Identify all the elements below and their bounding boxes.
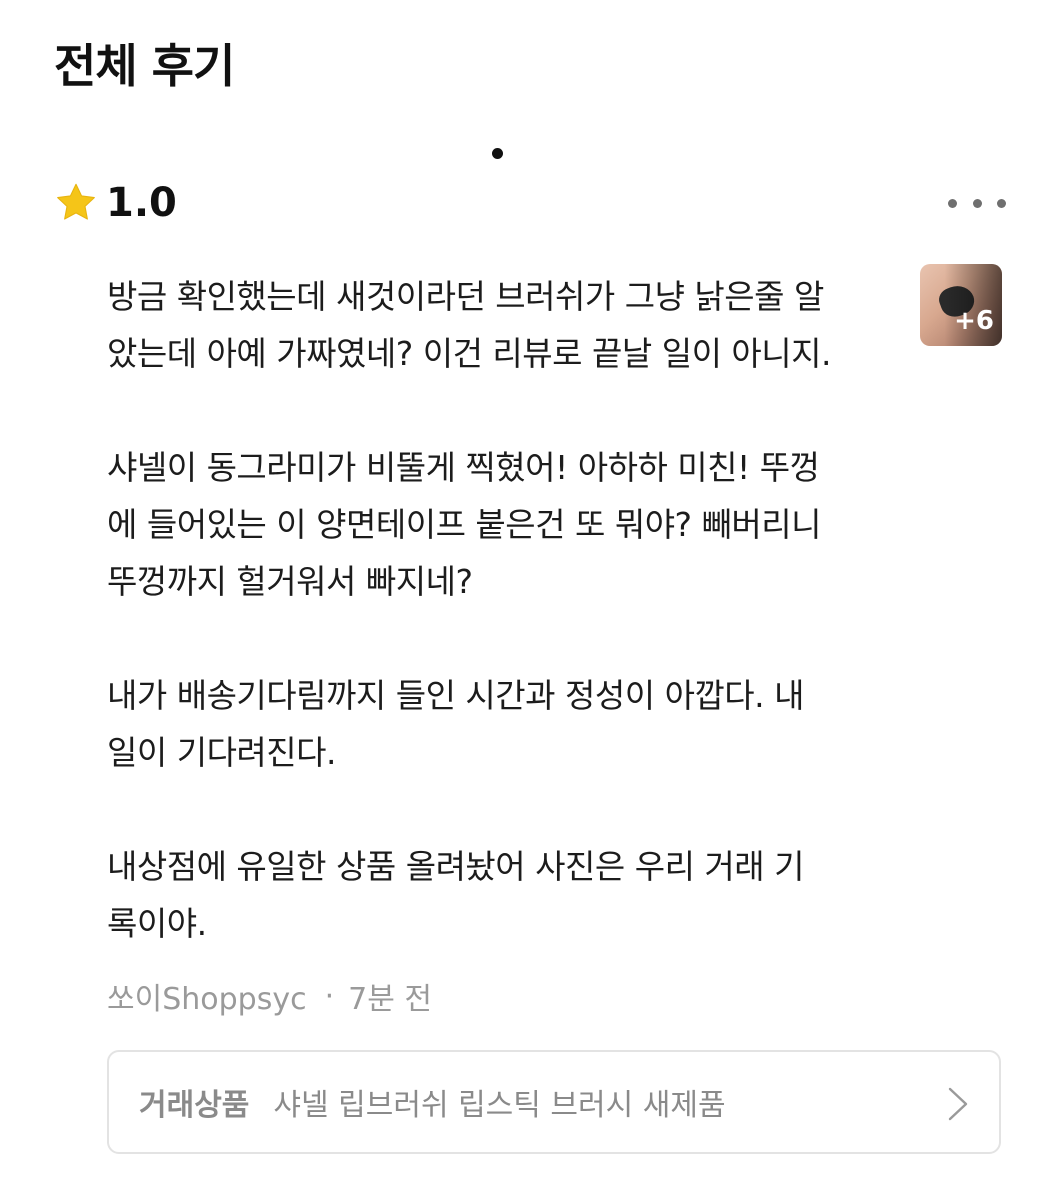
more-icon-dot bbox=[972, 198, 982, 208]
review-paragraph: 방금 확인했는데 새것이라던 브러쉬가 그냥 낡은줄 알 았는데 아예 가짜였네… bbox=[107, 277, 832, 373]
more-icon-dot bbox=[997, 198, 1006, 208]
page-title: 전체 후기 bbox=[54, 39, 235, 93]
review-photo-thumbnail[interactable]: +6 bbox=[920, 264, 1002, 346]
review-time: 7분 전 bbox=[348, 982, 432, 1017]
review-meta: 쏘이Shoppsyc · 7분 전 bbox=[107, 974, 432, 1018]
star-icon bbox=[57, 183, 95, 220]
review-body: 방금 확인했는데 새것이라던 브러쉬가 그냥 낡은줄 알 았는데 아예 가짜였네… bbox=[107, 268, 897, 952]
pager-indicator bbox=[492, 148, 503, 159]
rating-row: 1.0 bbox=[54, 178, 177, 228]
review-paragraph: 샤넬이 동그라미가 비뚤게 찍혔어! 아하하 미친! 뚜껑 에 들어있는 이 양… bbox=[107, 448, 822, 601]
product-label: 거래상품 bbox=[139, 1088, 250, 1123]
author-name[interactable]: 쏘이Shoppsyc bbox=[107, 974, 307, 1018]
chevron-right-icon bbox=[948, 1087, 968, 1121]
review-paragraph: 내가 배송기다림까지 들인 시간과 정성이 아깝다. 내 일이 기다려진다. bbox=[107, 676, 805, 772]
more-options-button[interactable] bbox=[948, 190, 1006, 216]
rating-value: 1.0 bbox=[106, 180, 177, 226]
meta-separator: · bbox=[324, 978, 335, 1014]
review-paragraph: 내상점에 유일한 상품 올려놨어 사진은 우리 거래 기 록이야. bbox=[107, 847, 805, 943]
product-name: 샤넬 립브러쉬 립스틱 브러시 새제품 bbox=[273, 1088, 726, 1123]
traded-product-card[interactable]: 거래상품 샤넬 립브러쉬 립스틱 브러시 새제품 bbox=[107, 1050, 1001, 1154]
photo-count-badge: +6 bbox=[954, 306, 994, 336]
more-icon bbox=[948, 198, 957, 208]
